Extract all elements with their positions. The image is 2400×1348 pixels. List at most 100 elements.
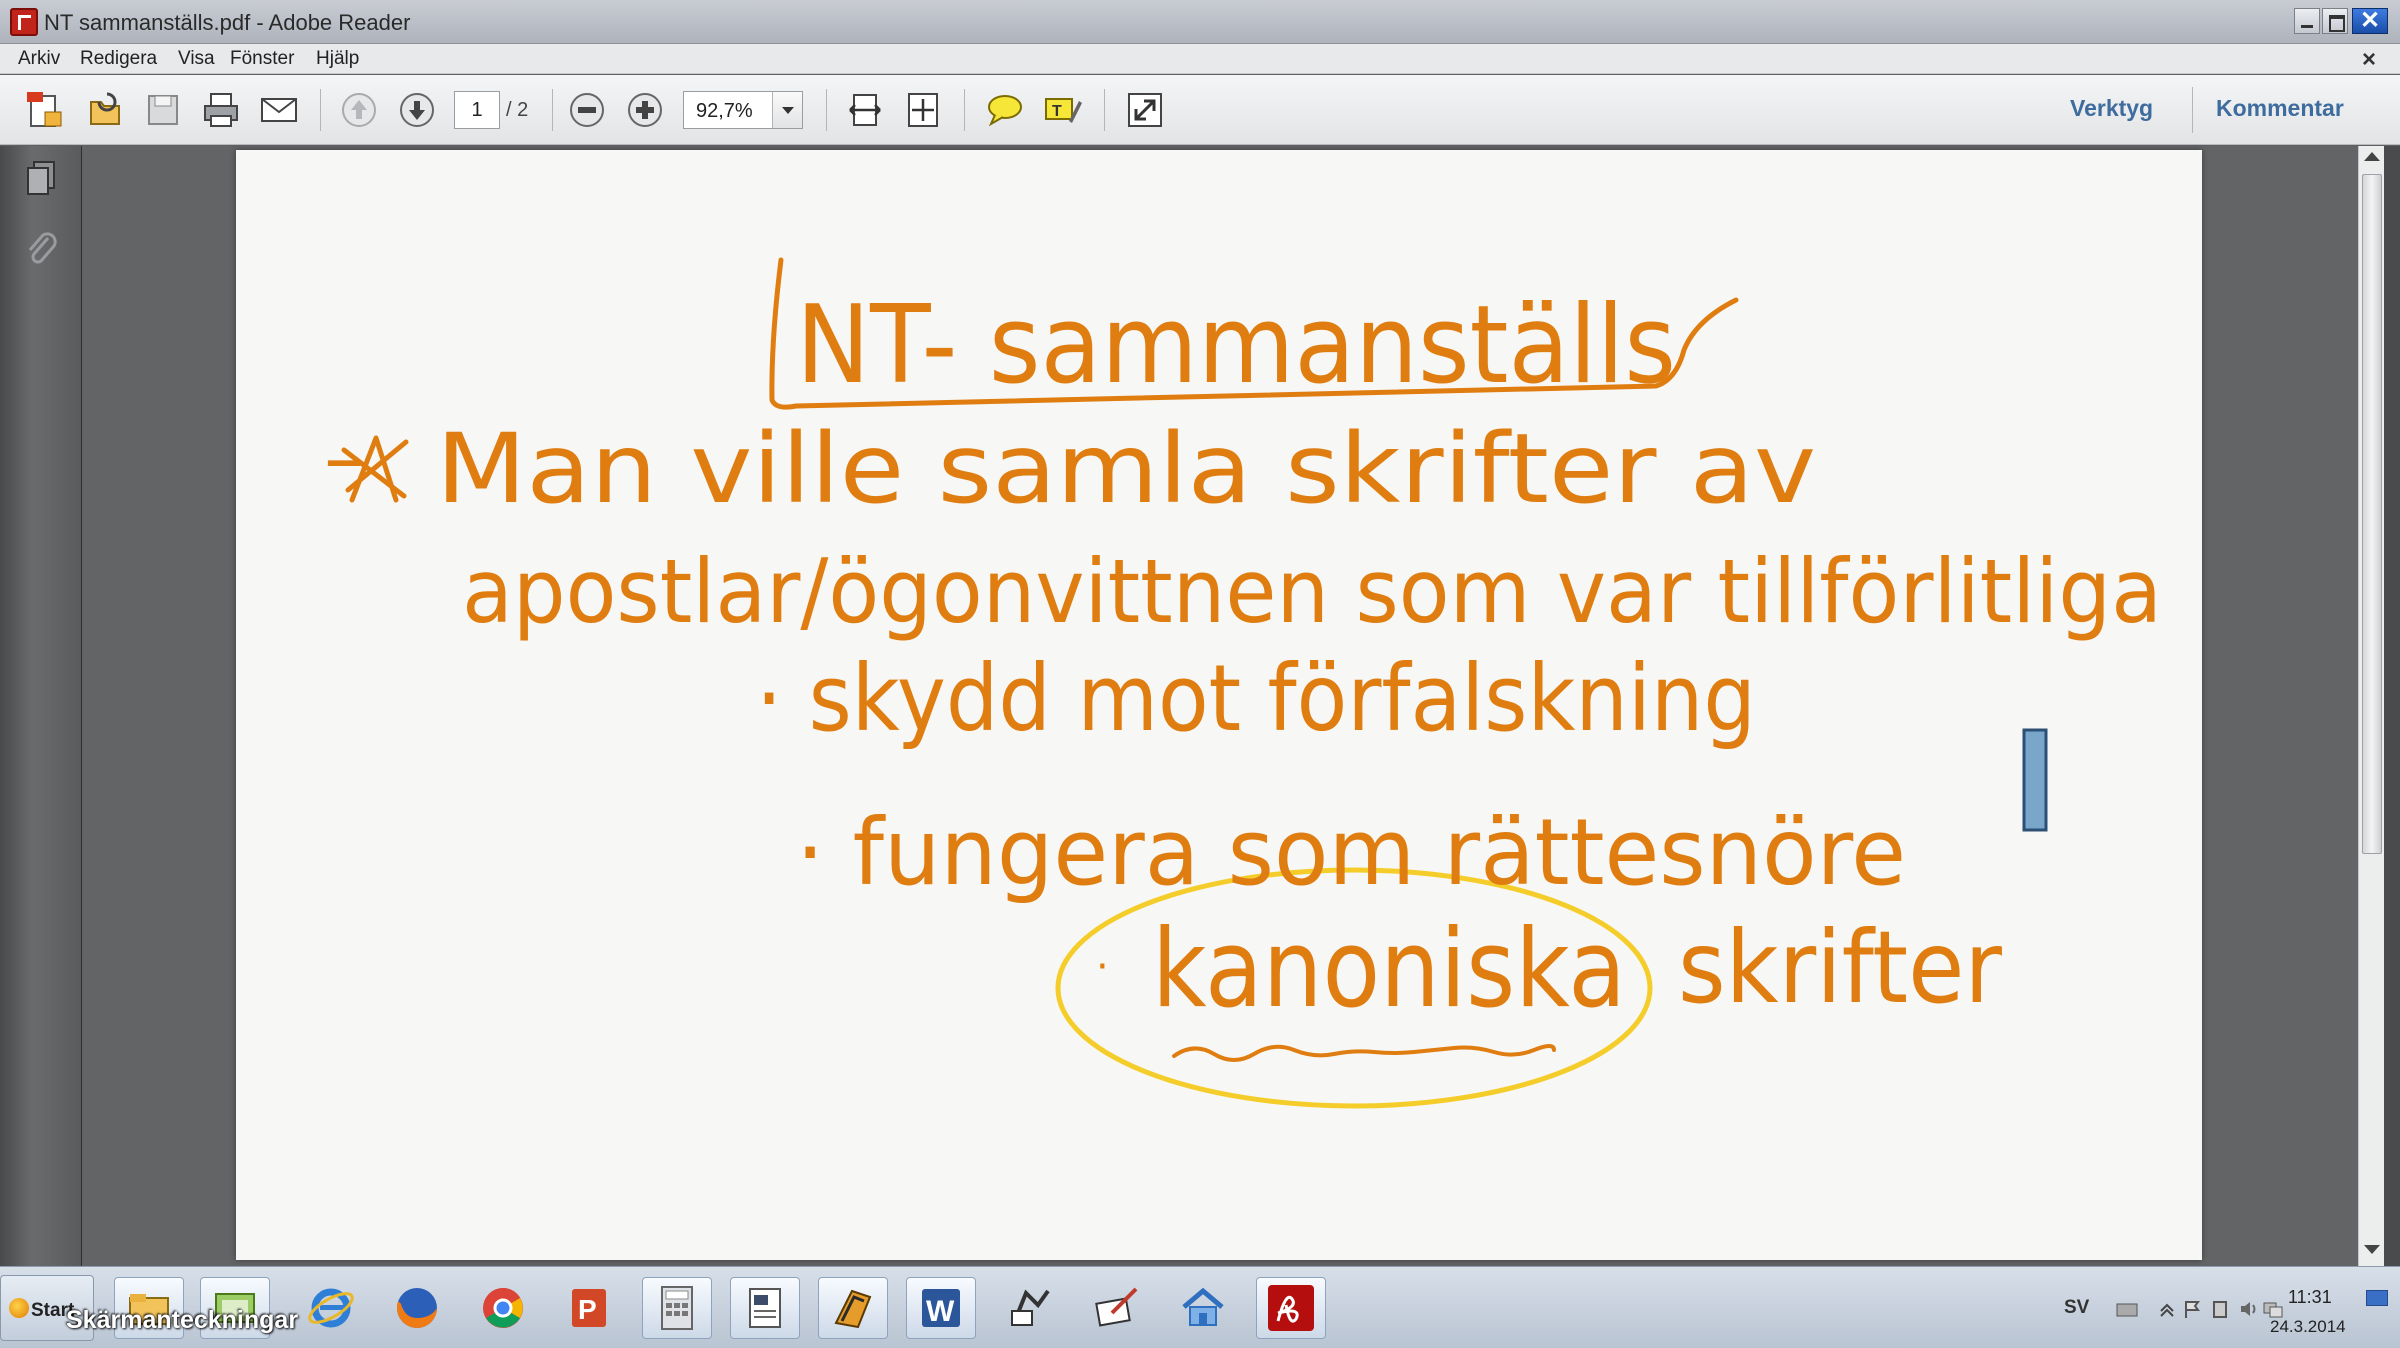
taskbar-firefox[interactable] [382, 1277, 452, 1339]
document-area[interactable]: NT- sammanställs – Man ville samla skrif… [82, 146, 2358, 1266]
fit-page-icon[interactable] [902, 89, 944, 131]
show-desktop-button[interactable] [2366, 1290, 2388, 1306]
zoom-in-icon[interactable] [624, 89, 666, 131]
word-icon: W [922, 1289, 960, 1328]
battery-icon[interactable] [2210, 1299, 2232, 1319]
svg-text:W: W [926, 1295, 955, 1328]
note-kanoniska: kanoniska [1152, 907, 1626, 1032]
taskbar-home[interactable] [1168, 1277, 1238, 1339]
svg-text:P: P [578, 1294, 597, 1325]
volume-icon[interactable] [2238, 1299, 2260, 1319]
notepad-icon [749, 1288, 781, 1328]
taskbar-word[interactable]: W [906, 1277, 976, 1339]
menu-hjalp[interactable]: Hjälp [316, 48, 359, 70]
pdf-page: NT- sammanställs – Man ville samla skrif… [236, 150, 2202, 1260]
next-page-icon[interactable] [396, 89, 438, 131]
menu-fonster[interactable]: Fönster [230, 48, 294, 70]
menu-arkiv[interactable]: Arkiv [18, 48, 60, 70]
taskbar-smart-notebook[interactable] [1082, 1277, 1152, 1339]
clock-date[interactable]: 24.3.2014 [2270, 1317, 2346, 1337]
page-total: / 2 [506, 99, 529, 121]
menu-redigera[interactable]: Redigera [80, 48, 157, 70]
note-line-3: · skydd mot förfalskning [756, 645, 1756, 752]
scroll-up-icon[interactable] [2364, 152, 2380, 161]
taskbar-adobe-reader[interactable] [1256, 1277, 1326, 1339]
taskbar-calculator[interactable] [642, 1277, 712, 1339]
language-indicator[interactable]: SV [2064, 1297, 2089, 1319]
taskbar-notepad[interactable] [730, 1277, 800, 1339]
open-icon[interactable] [84, 89, 126, 131]
maximize-button[interactable] [2322, 8, 2348, 34]
comment-button[interactable]: Kommentar [2216, 95, 2344, 122]
note-line-2: apostlar/ögonvittnen som var tillförlitl… [462, 540, 2162, 643]
scrollbar-thumb[interactable] [2362, 174, 2382, 854]
toolbar-separator [552, 89, 553, 131]
toolbar: 1 / 2 92,7% T Verktyg Kommentar [0, 75, 2400, 145]
adobe-reader-app-icon [10, 8, 38, 36]
firefox-icon [397, 1288, 437, 1328]
note-line-1: Man ville samla skrifter av [436, 413, 1816, 525]
title-bar: NT sammanställs.pdf - Adobe Reader ✕ [0, 0, 2400, 44]
text-cursor-bar [2022, 728, 2048, 832]
taskbar-smart-tools[interactable] [994, 1277, 1064, 1339]
vertical-scrollbar[interactable] [2358, 146, 2384, 1266]
close-button[interactable]: ✕ [2352, 8, 2388, 34]
zoom-out-icon[interactable] [566, 89, 608, 131]
attachments-icon[interactable] [24, 230, 60, 270]
email-icon[interactable] [258, 89, 300, 131]
toolbar-separator [320, 89, 321, 131]
page-number-input[interactable]: 1 [454, 91, 500, 129]
zoom-select[interactable]: 92,7% [683, 91, 803, 129]
note-dot: · [1096, 944, 1109, 990]
tools-button[interactable]: Verktyg [2070, 95, 2153, 122]
toolbar-separator [964, 89, 965, 131]
smart-board-icon [834, 1289, 872, 1329]
keyboard-icon[interactable] [2116, 1299, 2138, 1319]
highlight-text-icon[interactable]: T [1042, 89, 1084, 131]
zoom-value: 92,7% [696, 100, 753, 122]
windows-orb-icon [9, 1298, 29, 1318]
network-icon[interactable] [2262, 1299, 2284, 1319]
previous-page-icon[interactable] [338, 89, 380, 131]
underline-squiggle [1172, 1044, 1556, 1062]
handwritten-notes: NT- sammanställs – Man ville samla skrif… [324, 257, 2162, 1109]
chevron-up-icon[interactable] [2156, 1299, 2178, 1319]
document-close-icon[interactable]: × [2362, 46, 2376, 74]
save-icon[interactable] [142, 89, 184, 131]
toolbar-separator [2192, 87, 2193, 133]
toolbar-separator [826, 89, 827, 131]
taskbar-internet-explorer[interactable] [296, 1277, 366, 1339]
menu-visa[interactable]: Visa [178, 48, 215, 70]
taskbar-smart-board[interactable] [818, 1277, 888, 1339]
full-screen-icon[interactable] [1124, 89, 1166, 131]
menu-bar: Arkiv Redigera Visa Fönster Hjälp × [0, 44, 2400, 74]
create-pdf-icon[interactable] [24, 89, 66, 131]
note-line-4: · fungera som rättesnöre [796, 799, 1906, 906]
taskbar: Start P W SV 11:31 24.3.2014 [0, 1266, 2400, 1348]
navigation-pane [0, 146, 82, 1266]
minimize-button[interactable] [2294, 8, 2320, 34]
taskbar-chrome[interactable] [468, 1277, 538, 1339]
page-thumbnails-icon[interactable] [24, 158, 60, 198]
chevron-down-icon[interactable] [772, 92, 802, 128]
window-edge [2384, 146, 2400, 1266]
toolbar-separator [1104, 89, 1105, 131]
scroll-down-icon[interactable] [2364, 1245, 2380, 1254]
chrome-icon [483, 1288, 523, 1328]
print-icon[interactable] [200, 89, 242, 131]
window-title: NT sammanställs.pdf - Adobe Reader [44, 10, 411, 35]
screen-notes-label: Skärmanteckningar [66, 1306, 299, 1334]
clock-time[interactable]: 11:31 [2288, 1287, 2332, 1308]
taskbar-powerpoint[interactable]: P [554, 1277, 624, 1339]
internet-explorer-icon [308, 1288, 354, 1328]
sticky-note-icon[interactable] [984, 89, 1026, 131]
system-tray: SV 11:31 24.3.2014 [2050, 1267, 2400, 1348]
smart-tools-icon [1011, 1289, 1050, 1326]
note-title: NT- sammanställs [796, 283, 1676, 408]
flag-icon[interactable] [2182, 1299, 2204, 1319]
calculator-icon [661, 1286, 693, 1330]
home-icon [1182, 1287, 1224, 1326]
svg-text:T: T [1052, 103, 1062, 120]
adobe-reader-icon [1268, 1285, 1314, 1331]
fit-width-icon[interactable] [844, 89, 886, 131]
